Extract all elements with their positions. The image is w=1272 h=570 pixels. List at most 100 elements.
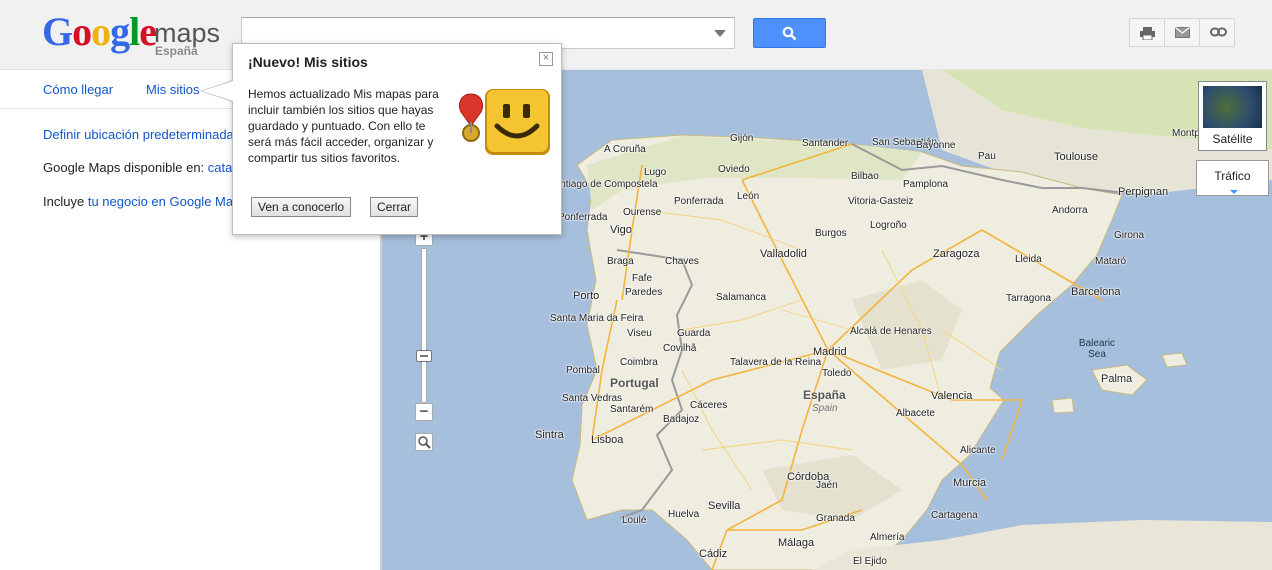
city-label[interactable]: Ponferrada [558,212,607,223]
city-label[interactable]: Santa Vedras [562,394,622,404]
printer-icon [1140,27,1155,40]
city-label[interactable]: Lleida [1015,254,1042,265]
city-label[interactable]: Huelva [668,509,699,520]
city-label[interactable]: Mataró [1095,256,1126,267]
available-in-label: Google Maps disponible en: [43,160,205,175]
city-label[interactable]: Vitoria-Gasteiz [848,196,913,207]
city-label[interactable]: Zaragoza [933,248,979,260]
city-label[interactable]: Cartagena [931,510,978,521]
city-label[interactable]: Guarda [677,328,710,339]
city-label[interactable]: Viseu [627,328,652,339]
country-label: Portugal [610,376,659,390]
city-label[interactable]: Cádiz [699,548,727,560]
set-default-location-link[interactable]: Definir ubicación predeterminada [43,127,234,142]
city-label[interactable]: Toledo [822,368,851,379]
city-label[interactable]: Burgos [815,228,847,239]
city-label[interactable]: Toulouse [1054,151,1098,163]
city-label[interactable]: El Ejido [853,556,887,567]
city-label[interactable]: Salamanca [716,292,766,303]
print-button[interactable] [1130,19,1165,46]
magnifier-icon [418,436,431,449]
zoom-slider-track[interactable] [421,248,427,403]
city-label[interactable]: Cáceres [690,400,727,411]
city-label[interactable]: Ponferrada [674,196,723,207]
city-label[interactable]: Alcalá de Henares [850,326,932,337]
popup-title: ¡Nuevo! Mis sitios [248,54,368,70]
city-label[interactable]: Oviedo [718,164,750,175]
city-label[interactable]: Chaves [665,256,699,267]
zoom-out-button[interactable]: − [415,403,433,421]
popup-pointer-inner [202,81,233,101]
city-label[interactable]: Girona [1114,230,1144,241]
city-label[interactable]: Alicante [960,445,996,456]
search-icon [782,26,797,41]
city-label[interactable]: Palma [1101,373,1132,385]
city-label[interactable]: Santarém [610,404,653,415]
city-label[interactable]: Jaén [816,480,838,491]
city-label[interactable]: Paredes [625,287,662,298]
city-label[interactable]: Bilbao [851,171,879,182]
header: Google maps España [0,0,1272,70]
city-label[interactable]: Málaga [778,537,814,549]
city-label[interactable]: Albacete [896,408,935,419]
city-label[interactable]: Valladolid [760,248,807,260]
city-label[interactable]: Badajoz [663,414,699,425]
city-label[interactable]: León [737,191,759,202]
search-button[interactable] [753,18,826,48]
city-label[interactable]: Ourense [623,207,661,218]
city-label[interactable]: Sintra [535,429,564,441]
city-label[interactable]: Granada [816,513,855,524]
zoom-slider-handle[interactable] [416,350,432,362]
city-label[interactable]: Perpignan [1118,186,1168,198]
business-link[interactable]: tu negocio en Google Ma [88,194,233,209]
city-label[interactable]: Fafe [632,273,652,284]
city-label[interactable]: Santa Maria da Feira [550,314,643,324]
city-label[interactable]: Talavera de la Reina [730,357,821,368]
city-label[interactable]: A Coruña [604,144,646,155]
city-label[interactable]: Loulé [622,515,646,526]
my-places-smiley-icon [458,89,550,155]
city-label[interactable]: Covilhã [663,343,696,354]
logo-country-text: España [155,44,198,58]
city-label[interactable]: Murcia [953,477,986,489]
city-label[interactable]: Logroño [870,220,907,231]
satellite-view-button[interactable]: Satélite [1198,81,1267,151]
traffic-label: Tráfico [1214,169,1251,183]
city-label[interactable]: Tarragona [1006,293,1051,304]
learn-more-button[interactable]: Ven a conocerlo [251,197,352,217]
google-maps-logo[interactable]: Google maps España [42,10,232,60]
city-label[interactable]: Almería [870,532,904,543]
close-icon[interactable]: × [539,52,553,66]
traffic-button[interactable]: Tráfico [1196,160,1269,196]
city-label[interactable]: Santander [802,138,848,149]
zoom-area-button[interactable] [415,433,433,451]
link-button[interactable] [1200,19,1234,46]
email-button[interactable] [1165,19,1200,46]
city-label[interactable]: Vigo [610,224,632,236]
close-button[interactable]: Cerrar [370,197,419,217]
city-label[interactable]: Braga [607,256,634,267]
chevron-down-icon[interactable] [714,30,726,37]
city-label[interactable]: Bayonne [916,140,955,151]
city-label[interactable]: Pamplona [903,179,948,190]
directions-link[interactable]: Cómo llegar [43,82,113,97]
city-label[interactable]: Porto [573,290,599,302]
city-label[interactable]: Pombal [566,365,600,376]
city-label[interactable]: Valencia [931,390,972,402]
city-label[interactable]: Gijón [730,133,753,144]
city-label[interactable]: Barcelona [1071,286,1121,298]
popup-body: Hemos actualizado Mis mapas para incluir… [248,87,439,165]
city-label[interactable]: Lisboa [591,434,623,446]
country-sublabel: Spain [812,403,838,414]
my-places-link[interactable]: Mis sitios [146,82,199,97]
available-language-link[interactable]: cata [208,160,233,175]
city-label[interactable]: San Sebastián [872,138,937,148]
city-label[interactable]: Sevilla [708,500,740,512]
city-label[interactable]: Coimbra [620,357,658,368]
link-icon [1210,27,1227,37]
city-label[interactable]: Andorra [1052,205,1088,216]
toolbar [1129,18,1235,47]
city-label[interactable]: Pau [978,151,996,162]
satellite-thumbnail [1203,86,1262,128]
city-label[interactable]: Lugo [644,167,666,178]
